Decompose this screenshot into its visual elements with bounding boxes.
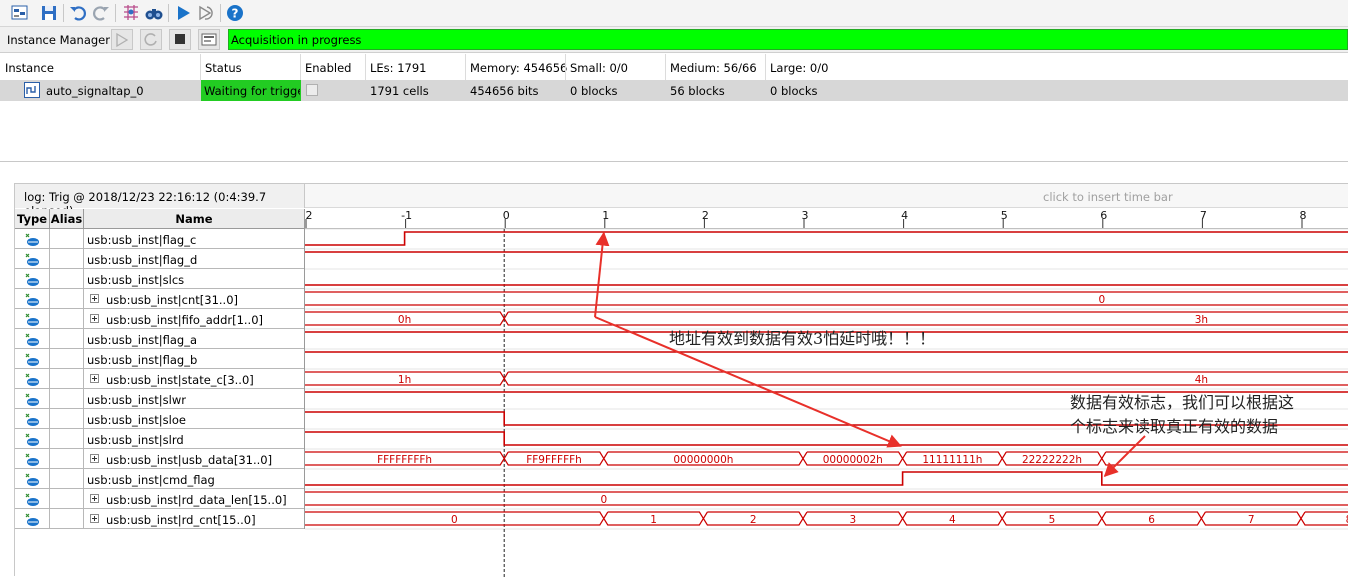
bit-trace — [305, 231, 1348, 246]
signal-waveform[interactable]: 0 — [305, 491, 1348, 506]
svg-text:?: ? — [232, 7, 239, 21]
bus-value-label: 11111111h — [922, 454, 982, 466]
autorun-analysis-button[interactable] — [140, 29, 162, 50]
bus-value-label: 4h — [1195, 374, 1208, 386]
col-header-small[interactable]: Small: 0/0 — [570, 61, 628, 75]
bit-trace — [305, 471, 1348, 486]
signal-waveform[interactable]: FFFFFFFFh FF9FFFFFh 00000000h 00000002h 1111… — [305, 451, 1348, 466]
latency-annotation: 地址有效到数据有效3怕延时哦！！！ — [669, 329, 936, 348]
bus-value-label: 0 — [600, 494, 607, 506]
run-icon[interactable] — [173, 3, 193, 23]
find-icon[interactable] — [144, 3, 164, 23]
undo-icon[interactable] — [68, 3, 88, 23]
save-icon[interactable] — [39, 3, 59, 23]
bus-value-label: 00000002h — [823, 454, 883, 466]
bus-value-label: 0 — [451, 514, 458, 526]
col-header-medium[interactable]: Medium: 56/66 — [670, 61, 757, 75]
annotation-arrow — [594, 231, 610, 318]
bus-value-label: 1 — [650, 514, 657, 526]
setup-icon[interactable] — [10, 3, 30, 23]
flag-annotation-line1: 数据有效标志，我们可以根据这 — [1070, 393, 1295, 412]
read-data-button[interactable] — [198, 29, 220, 50]
signal-waveform[interactable] — [305, 231, 1348, 246]
acquisition-status-text: Acquisition in progress — [231, 33, 362, 47]
bus-value-label: 0h — [398, 314, 411, 326]
col-header-memory[interactable]: Memory: 454656 — [470, 61, 567, 75]
signal-waveform[interactable]: 1h 4h — [305, 371, 1348, 386]
bus-segment — [503, 311, 1348, 326]
instance-manager-label: Instance Manager: — [7, 33, 114, 47]
signal-waveform[interactable]: 012345678 — [305, 511, 1348, 526]
run-analysis-button[interactable] — [111, 29, 133, 50]
node-finder-icon[interactable] — [121, 3, 141, 23]
bus-value-label: 3 — [849, 514, 856, 526]
bus-value-label: 3h — [1195, 314, 1208, 326]
signal-waveform[interactable]: 0 — [305, 291, 1348, 306]
instance-row[interactable]: auto_signaltap_0 Waiting for trigger 179… — [0, 80, 1348, 101]
bus-value-label: 22222222h — [1022, 454, 1082, 466]
instance-status: Waiting for trigger — [204, 84, 300, 98]
bus-value-label: 5 — [1049, 514, 1056, 526]
instance-medium: 56 blocks — [670, 84, 725, 98]
signal-waveform[interactable]: 0h 3h — [305, 311, 1348, 326]
bus-segment — [1300, 511, 1348, 526]
instance-status-cell: Waiting for trigger — [201, 80, 301, 101]
instance-icon — [24, 82, 40, 98]
redo-icon[interactable] — [91, 3, 111, 23]
instance-name: auto_signaltap_0 — [46, 84, 144, 98]
annotation-arrow — [1103, 435, 1146, 477]
col-header-status[interactable]: Status — [205, 61, 242, 75]
bus-segment — [1101, 451, 1348, 466]
help-icon[interactable]: ? — [225, 3, 245, 23]
bus-segment — [305, 291, 1348, 306]
bus-value-label: FFFFFFFFh — [377, 454, 432, 466]
bus-value-label: 2 — [750, 514, 757, 526]
instance-memory: 454656 bits — [470, 84, 539, 98]
autorun-icon[interactable] — [196, 3, 216, 23]
bus-value-label: 0 — [1098, 294, 1105, 306]
flag-annotation-line2: 个标志来读取真正有效的数据 — [1070, 417, 1279, 436]
bus-value-label: 00000000h — [673, 454, 733, 466]
bus-value-label: 4 — [949, 514, 956, 526]
waveform-canvas[interactable]: 00h 3h1h 4hFFFFFFFFh FF9FFFFFh 00000000h 0000… — [15, 184, 1348, 577]
bus-value-label: 6 — [1148, 514, 1155, 526]
instance-table: Instance Status Enabled LEs: 1791 Memory… — [0, 54, 1348, 162]
instance-les: 1791 cells — [370, 84, 429, 98]
bus-segment — [305, 491, 1348, 506]
bus-segment — [503, 371, 1348, 386]
instance-manager-bar: Instance Manager: Acquisition in progres… — [0, 27, 1348, 53]
col-header-large[interactable]: Large: 0/0 — [770, 61, 828, 75]
instance-small: 0 blocks — [570, 84, 618, 98]
bus-value-label: FF9FFFFFh — [526, 454, 582, 466]
waveform-panel: log: Trig @ 2018/12/23 22:16:12 (0:4:39.… — [14, 183, 1348, 577]
acquisition-status-bar: Acquisition in progress — [228, 29, 1348, 50]
col-header-instance[interactable]: Instance — [5, 61, 54, 75]
bus-value-label: 7 — [1248, 514, 1255, 526]
col-header-enabled[interactable]: Enabled — [305, 61, 351, 75]
main-toolbar: ? — [0, 0, 1348, 27]
stop-analysis-button[interactable] — [169, 29, 191, 50]
bus-value-label: 1h — [398, 374, 411, 386]
signal-waveform[interactable] — [305, 471, 1348, 486]
instance-large: 0 blocks — [770, 84, 818, 98]
enabled-checkbox[interactable] — [306, 84, 318, 96]
col-header-les[interactable]: LEs: 1791 — [370, 61, 426, 75]
